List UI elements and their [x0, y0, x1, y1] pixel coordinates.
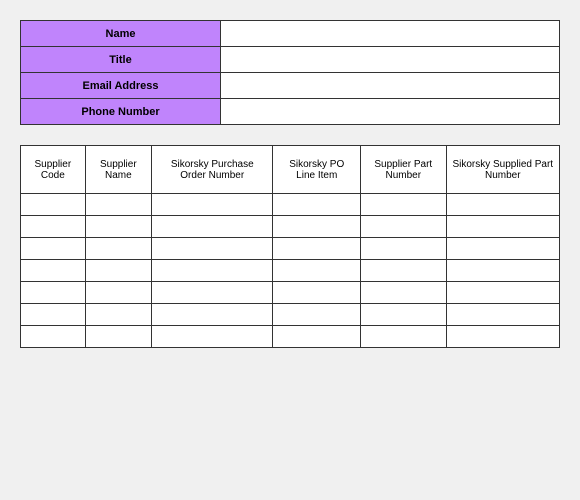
supplier-cell-3-5[interactable] — [446, 260, 559, 282]
supplier-cell-1-5[interactable] — [446, 216, 559, 238]
supplier-cell-0-3[interactable] — [273, 194, 361, 216]
supplier-row — [21, 282, 560, 304]
supplier-cell-0-0[interactable] — [21, 194, 86, 216]
contact-row: Phone Number — [21, 99, 560, 125]
contact-label: Phone Number — [21, 99, 221, 125]
supplier-cell-6-1[interactable] — [85, 326, 151, 348]
supplier-header-row: Supplier CodeSupplier NameSikorsky Purch… — [21, 146, 560, 194]
contact-label: Name — [21, 21, 221, 47]
supplier-cell-0-1[interactable] — [85, 194, 151, 216]
supplier-table: Supplier CodeSupplier NameSikorsky Purch… — [20, 145, 560, 348]
contact-value[interactable] — [221, 99, 560, 125]
contact-row: Name — [21, 21, 560, 47]
supplier-cell-5-4[interactable] — [361, 304, 446, 326]
supplier-cell-5-1[interactable] — [85, 304, 151, 326]
col-header-po-line: Sikorsky PO Line Item — [273, 146, 361, 194]
contact-value[interactable] — [221, 47, 560, 73]
col-header-part-number: Supplier Part Number — [361, 146, 446, 194]
supplier-cell-4-4[interactable] — [361, 282, 446, 304]
supplier-cell-2-1[interactable] — [85, 238, 151, 260]
supplier-cell-3-0[interactable] — [21, 260, 86, 282]
col-header-po-number: Sikorsky Purchase Order Number — [152, 146, 273, 194]
supplier-row — [21, 304, 560, 326]
supplier-row — [21, 216, 560, 238]
supplier-row — [21, 238, 560, 260]
supplier-cell-1-3[interactable] — [273, 216, 361, 238]
supplier-cell-3-1[interactable] — [85, 260, 151, 282]
supplier-cell-2-3[interactable] — [273, 238, 361, 260]
supplier-cell-5-3[interactable] — [273, 304, 361, 326]
col-header-supplier-code: Supplier Code — [21, 146, 86, 194]
supplier-cell-6-4[interactable] — [361, 326, 446, 348]
supplier-cell-6-2[interactable] — [152, 326, 273, 348]
supplier-cell-2-0[interactable] — [21, 238, 86, 260]
supplier-cell-6-0[interactable] — [21, 326, 86, 348]
supplier-cell-2-5[interactable] — [446, 238, 559, 260]
contact-value[interactable] — [221, 21, 560, 47]
supplier-cell-1-1[interactable] — [85, 216, 151, 238]
supplier-cell-4-3[interactable] — [273, 282, 361, 304]
supplier-cell-4-2[interactable] — [152, 282, 273, 304]
contact-row: Email Address — [21, 73, 560, 99]
supplier-cell-4-1[interactable] — [85, 282, 151, 304]
col-header-supplier-name: Supplier Name — [85, 146, 151, 194]
contact-row: Title — [21, 47, 560, 73]
supplier-cell-6-5[interactable] — [446, 326, 559, 348]
contact-label: Title — [21, 47, 221, 73]
page-container: NameTitleEmail AddressPhone Number Suppl… — [0, 0, 580, 500]
supplier-cell-5-0[interactable] — [21, 304, 86, 326]
supplier-cell-0-4[interactable] — [361, 194, 446, 216]
contact-table: NameTitleEmail AddressPhone Number — [20, 20, 560, 125]
supplier-cell-3-3[interactable] — [273, 260, 361, 282]
contact-label: Email Address — [21, 73, 221, 99]
supplier-row — [21, 326, 560, 348]
supplier-cell-1-2[interactable] — [152, 216, 273, 238]
supplier-cell-2-4[interactable] — [361, 238, 446, 260]
supplier-cell-5-5[interactable] — [446, 304, 559, 326]
supplier-cell-3-4[interactable] — [361, 260, 446, 282]
supplier-cell-5-2[interactable] — [152, 304, 273, 326]
supplier-cell-0-5[interactable] — [446, 194, 559, 216]
supplier-cell-1-0[interactable] — [21, 216, 86, 238]
supplier-cell-0-2[interactable] — [152, 194, 273, 216]
supplier-row — [21, 260, 560, 282]
supplier-cell-2-2[interactable] — [152, 238, 273, 260]
supplier-row — [21, 194, 560, 216]
supplier-cell-6-3[interactable] — [273, 326, 361, 348]
supplier-cell-3-2[interactable] — [152, 260, 273, 282]
contact-value[interactable] — [221, 73, 560, 99]
supplier-cell-4-0[interactable] — [21, 282, 86, 304]
supplier-cell-1-4[interactable] — [361, 216, 446, 238]
supplier-cell-4-5[interactable] — [446, 282, 559, 304]
col-header-supplied-part: Sikorsky Supplied Part Number — [446, 146, 559, 194]
